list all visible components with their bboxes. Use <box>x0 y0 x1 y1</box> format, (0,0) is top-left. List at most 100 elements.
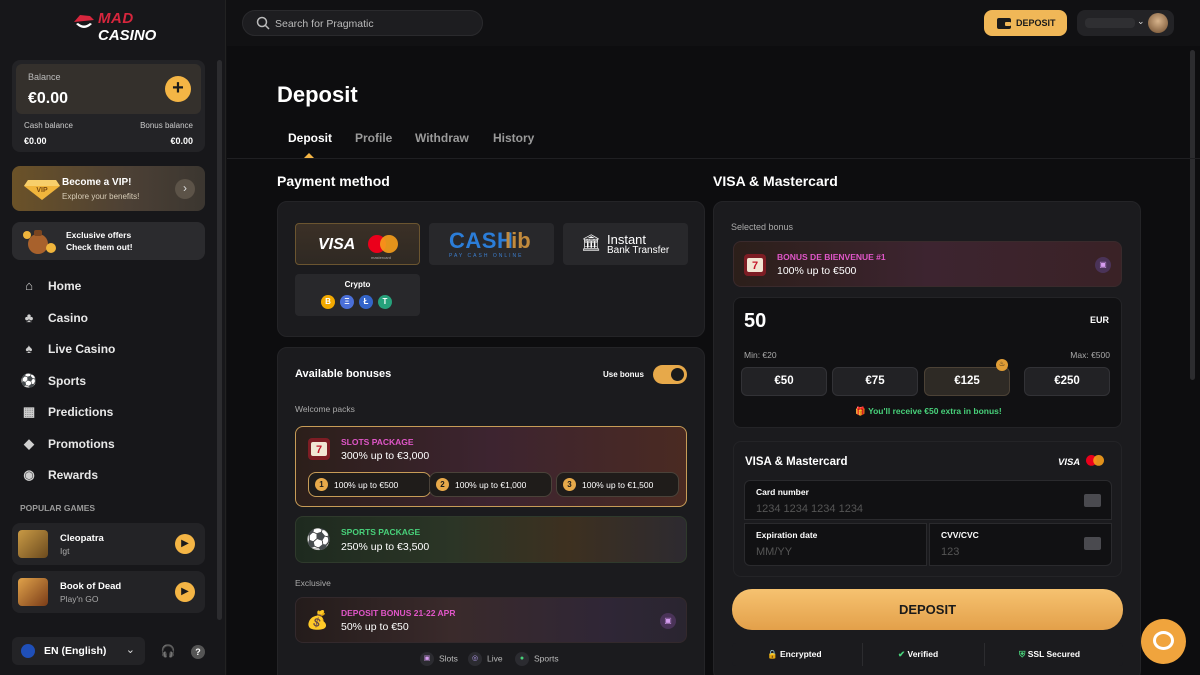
sidebar-item-promotions[interactable]: ◆ Promotions <box>20 434 210 456</box>
tab-history[interactable]: History <box>493 131 534 145</box>
divider <box>984 643 985 666</box>
avatar[interactable] <box>1148 13 1168 33</box>
toggle-knob <box>671 368 684 381</box>
mastercard-text: mastercard <box>371 255 392 260</box>
exclusive-offers-banner[interactable]: Exclusive offers Check them out! <box>12 222 205 260</box>
live-icon: ◎ <box>468 652 482 666</box>
account-menu[interactable]: ⌄ <box>1077 10 1174 36</box>
tab-withdraw[interactable]: Withdraw <box>415 131 469 145</box>
quick-amount-50[interactable]: €50 <box>741 367 827 396</box>
play-icon[interactable]: ▶ <box>175 534 195 554</box>
tab-deposit[interactable]: Deposit <box>288 131 332 145</box>
payment-option-cashlib[interactable]: CASH lib PAY CASH ONLINE <box>429 223 554 265</box>
search-input[interactable] <box>275 15 475 32</box>
header-deposit-button[interactable]: DEPOSIT <box>984 10 1067 36</box>
deposit-button[interactable]: DEPOSIT <box>732 589 1123 630</box>
sidebar-item-casino[interactable]: ♣ Casino <box>20 308 210 330</box>
slots-package-card[interactable]: 7 SLOTS PACKAGE 300% up to €3,000 1 100%… <box>295 426 687 507</box>
visa-mastercard-heading: VISA & Mastercard <box>713 173 838 189</box>
divider <box>862 643 863 666</box>
sports-icon: ● <box>515 652 529 666</box>
chevron-down-icon: ⌄ <box>125 644 135 656</box>
game-provider: Igt <box>60 546 70 556</box>
offers-line1: Exclusive offers <box>66 230 132 240</box>
tier-number: 3 <box>563 478 576 491</box>
balance-main: Balance €0.00 + <box>16 64 201 114</box>
soccer-ball-icon: ⚽ <box>306 529 331 551</box>
search-bar[interactable] <box>242 10 483 36</box>
slots-tier-2[interactable]: 2 100% up to €1,000 <box>429 472 552 497</box>
slots-tier-1[interactable]: 1 100% up to €500 <box>308 472 431 497</box>
amount-input[interactable] <box>744 310 944 333</box>
card-number-input[interactable] <box>756 501 1013 517</box>
deposit-bonus-subtitle: 50% up to €50 <box>341 621 409 633</box>
slots-icon: ▣ <box>420 652 434 666</box>
payment-option-bank-transfer[interactable]: 🏛 Instant Bank Transfer <box>563 223 688 265</box>
rewards-icon: ◉ <box>23 467 35 482</box>
sidebar-item-label: Rewards <box>48 468 99 482</box>
vip-banner[interactable]: VIP Become a VIP! Explore your benefits!… <box>12 166 205 211</box>
headset-icon[interactable]: 🎧 <box>155 637 181 665</box>
cvv-input[interactable] <box>941 544 1068 560</box>
extra-bonus-note: 🎁 You'll receive €50 extra in bonus! <box>734 406 1123 417</box>
sports-package-card[interactable]: ⚽ SPORTS PACKAGE 250% up to €3,500 <box>295 516 687 563</box>
quick-amount-125[interactable]: €125 <box>924 367 1010 396</box>
trust-ssl: ⛨ SSL Secured <box>1019 649 1080 660</box>
sidebar-item-home[interactable]: ⌂ Home <box>20 276 210 298</box>
sidebar-item-predictions[interactable]: ▦ Predictions <box>20 402 210 424</box>
quick-amount-75[interactable]: €75 <box>832 367 918 396</box>
exclusive-label: Exclusive <box>295 578 331 588</box>
play-icon[interactable]: ▶ <box>175 582 195 602</box>
bank-line2: Bank Transfer <box>607 245 670 256</box>
header-deposit-label: DEPOSIT <box>1016 18 1056 28</box>
offers-line2: Check them out! <box>66 242 133 252</box>
payment-option-crypto[interactable]: Crypto B Ξ Ł T <box>295 274 420 316</box>
selected-bonus-card[interactable]: 7 BONUS DE BIENVENUE #1 100% up to €500 … <box>733 241 1122 287</box>
deposit-bonus-card[interactable]: 💰 DEPOSIT BONUS 21-22 APR 50% up to €50 … <box>295 597 687 643</box>
use-bonus-toggle[interactable] <box>653 365 687 384</box>
main-scrollbar[interactable] <box>1190 50 1195 380</box>
chat-button[interactable] <box>1141 619 1186 664</box>
slots-category-icon: ▣ <box>1095 257 1111 273</box>
quick-amount-250[interactable]: €250 <box>1024 367 1110 396</box>
expiry-field[interactable]: Expiration date <box>744 523 927 566</box>
add-funds-button[interactable]: + <box>165 76 191 102</box>
logo[interactable]: MAD CASINO <box>72 8 162 46</box>
help-icon[interactable]: ? <box>185 637 211 665</box>
bitcoin-icon: B <box>321 295 335 309</box>
sidebar-item-label: Sports <box>48 374 87 388</box>
payment-option-visa-mastercard[interactable]: VISA mastercard <box>295 223 420 265</box>
account-name <box>1085 18 1135 28</box>
sidebar-item-sports[interactable]: ⚽ Sports <box>20 371 210 393</box>
tier-number: 1 <box>315 478 328 491</box>
tabs-divider <box>227 158 1200 159</box>
game-name: Book of Dead <box>60 581 122 592</box>
sidebar-scrollbar[interactable] <box>217 60 222 620</box>
game-item-book-of-dead[interactable]: Book of Dead Play'n GO ▶ <box>12 571 205 613</box>
game-item-cleopatra[interactable]: Cleopatra Igt ▶ <box>12 523 205 565</box>
cvv-field[interactable]: CVV/CVC <box>929 523 1112 566</box>
cash-balance-label: Cash balance <box>24 121 73 130</box>
lock-icon: 🔒 <box>767 649 778 659</box>
card-number-field[interactable]: Card number <box>744 480 1112 520</box>
tab-profile[interactable]: Profile <box>355 131 392 145</box>
sidebar-item-live-casino[interactable]: ♠ Live Casino <box>20 339 210 361</box>
slots-tier-3[interactable]: 3 100% up to €1,500 <box>556 472 679 497</box>
flame-icon: ♨ <box>996 359 1008 371</box>
slots-package-subtitle: 300% up to €3,000 <box>341 450 430 462</box>
sidebar-item-label: Home <box>48 279 82 293</box>
expiry-input[interactable] <box>756 544 883 560</box>
sports-package-subtitle: 250% up to €3,500 <box>341 541 430 553</box>
tier-text: 100% up to €1,500 <box>582 480 654 490</box>
cashlib-tagline: PAY CASH ONLINE <box>449 253 524 259</box>
category-sports: ● Sports <box>515 652 559 666</box>
language-selector[interactable]: EN (English) ⌄ <box>12 637 145 665</box>
crypto-label: Crypto <box>344 280 371 289</box>
tier-text: 100% up to €500 <box>334 480 399 490</box>
svg-text:7: 7 <box>316 444 322 456</box>
slot-machine-icon: 7 <box>744 254 766 276</box>
vip-subtitle: Explore your benefits! <box>62 192 140 201</box>
sidebar-item-rewards[interactable]: ◉ Rewards <box>20 465 210 487</box>
chevron-right-icon[interactable]: › <box>175 179 195 199</box>
trust-encrypted: 🔒 Encrypted <box>767 649 822 660</box>
